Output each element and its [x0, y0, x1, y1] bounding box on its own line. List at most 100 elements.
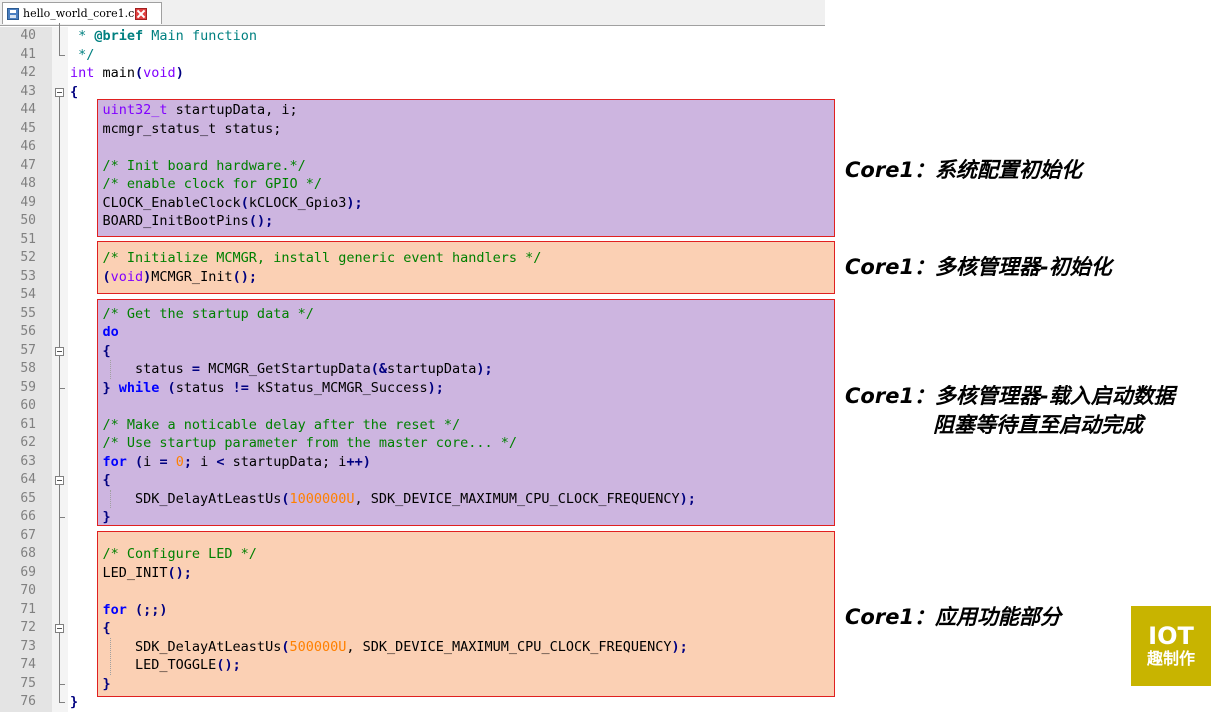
code-line[interactable]: /* Use startup parameter from the master…	[70, 434, 518, 453]
code-token: BOARD_InitBootPins	[70, 213, 249, 229]
code-token: {	[70, 620, 111, 636]
fold-toggle-icon[interactable]	[55, 87, 64, 97]
code-token: status	[70, 361, 192, 377]
code-token: 500000U	[289, 638, 347, 655]
code-token: /* Configure LED */	[70, 546, 257, 562]
line-number: 60	[20, 398, 36, 413]
code-token: , SDK_DEVICE_MAXIMUM_CPU_CLOCK_FREQUENCY	[346, 638, 672, 655]
fold-toggle-icon[interactable]	[55, 476, 64, 485]
code-line[interactable]: }	[70, 675, 111, 694]
code-token: (;;)	[126, 601, 168, 618]
code-token: kCLOCK_Gpio3	[248, 194, 347, 211]
code-line[interactable]: * @brief Main function	[70, 27, 257, 46]
code-line[interactable]: /* enable clock for GPIO */	[70, 175, 322, 194]
code-line[interactable]: }	[70, 508, 111, 527]
code-line[interactable]: LED_TOGGLE();	[70, 656, 241, 675]
code-line[interactable]: /* Init board hardware.*/	[70, 157, 306, 176]
iot-logo: IOT 趣制作	[1131, 606, 1211, 686]
code-line[interactable]: {	[70, 83, 78, 102]
code-line[interactable]: uint32_t startupData, i;	[70, 101, 298, 120]
line-number: 58	[20, 361, 36, 376]
code-token: /* Use startup parameter from the master…	[70, 435, 518, 451]
code-line[interactable]: BOARD_InitBootPins();	[70, 212, 274, 231]
code-line[interactable]: /* Configure LED */	[70, 545, 257, 564]
close-icon[interactable]	[135, 7, 148, 20]
line-number: 69	[20, 564, 36, 580]
code-line[interactable]: LED_INIT();	[70, 564, 192, 583]
code-line[interactable]: SDK_DelayAtLeastUs(1000000U, SDK_DEVICE_…	[70, 490, 696, 509]
code-token: {	[70, 83, 79, 100]
code-line[interactable]: status = MCMGR_GetStartupData(&startupDa…	[70, 360, 493, 379]
fold-guide	[59, 633, 60, 685]
code-token: {	[70, 342, 111, 359]
line-number: 72	[20, 620, 36, 635]
indent-guide	[110, 360, 111, 379]
code-token: (	[126, 453, 144, 470]
code-token: =	[191, 361, 201, 377]
tab-bar: hello_world_core1.c	[0, 0, 825, 26]
code-token: /* Init board hardware.*/	[70, 157, 306, 174]
code-token: *	[70, 28, 95, 44]
code-token: startupData	[387, 361, 477, 377]
code-line[interactable]: CLOCK_EnableClock(kCLOCK_Gpio3);	[70, 194, 363, 213]
code-line[interactable]: {	[70, 342, 111, 361]
code-token: SDK_DelayAtLeastUs	[70, 638, 282, 655]
code-token: CLOCK_EnableClock	[70, 194, 241, 211]
code-line[interactable]: mcmgr_status_t status;	[70, 120, 282, 139]
code-line[interactable]: do	[70, 323, 119, 342]
line-number: 74	[20, 657, 36, 672]
code-token: ;	[183, 453, 192, 470]
code-token: );	[346, 194, 363, 211]
code-token: }	[70, 675, 111, 692]
code-line[interactable]: /* Make a noticable delay after the rese…	[70, 416, 461, 435]
code-token: (&	[370, 361, 388, 377]
line-number: 56	[20, 324, 36, 339]
code-line[interactable]: /* Get the startup data */	[70, 305, 314, 324]
fold-guide	[59, 485, 60, 518]
line-number: 44	[20, 102, 36, 117]
code-line[interactable]: }	[70, 693, 78, 712]
file-saved-icon	[7, 7, 19, 20]
code-token: SDK_DelayAtLeastUs	[70, 490, 282, 507]
code-token: {	[70, 472, 111, 488]
fold-toggle-icon[interactable]	[55, 346, 64, 356]
code-line[interactable]: for (i = 0; i < startupData; i++)	[70, 453, 371, 472]
code-token: int	[70, 65, 95, 81]
code-token: @brief	[94, 28, 144, 44]
line-number: 68	[20, 546, 36, 561]
code-token: /* Make a noticable delay after the rese…	[70, 416, 461, 433]
line-number: 75	[20, 675, 36, 691]
line-number: 40	[20, 28, 36, 43]
line-number: 73	[20, 638, 36, 654]
code-line[interactable]: /* Initialize MCMGR, install generic eve…	[70, 249, 542, 268]
logo-text-top: IOT	[1148, 622, 1194, 650]
line-number: 67	[20, 527, 36, 543]
code-token: while	[110, 379, 160, 396]
annotation-mcmgr-init: Core1：多核管理器-初始化	[845, 255, 1112, 279]
code-token: LED_INIT	[70, 564, 168, 581]
code-token: for	[70, 601, 127, 618]
line-number: 71	[20, 601, 36, 617]
tab-hello-world-core1[interactable]: hello_world_core1.c	[2, 2, 162, 24]
code-line[interactable]: for (;;)	[70, 601, 168, 620]
code-token: ++)	[346, 453, 371, 470]
line-number: 62	[20, 435, 36, 450]
code-line[interactable]: {	[70, 619, 111, 638]
tab-label: hello_world_core1.c	[23, 7, 135, 20]
code-line[interactable]: */	[70, 46, 94, 65]
fold-toggle-icon[interactable]	[55, 624, 64, 633]
code-line[interactable]: {	[70, 471, 111, 490]
code-token: status	[175, 379, 233, 396]
code-line[interactable]: SDK_DelayAtLeastUs(500000U, SDK_DEVICE_M…	[70, 638, 688, 657]
annotation-startup-data: Core1：多核管理器-载入启动数据	[845, 384, 1175, 408]
code-line[interactable]: int main(void)	[70, 64, 184, 83]
code-token: (	[70, 268, 111, 285]
code-token: )	[175, 65, 184, 81]
code-token: !=	[232, 379, 249, 396]
code-token: =	[159, 453, 168, 470]
annotation-startup-wait: 阻塞等待直至启动完成	[933, 413, 1143, 437]
fold-end-mark	[59, 387, 65, 389]
code-token: main	[94, 65, 136, 81]
code-line[interactable]: } while (status != kStatus_MCMGR_Success…	[70, 379, 444, 398]
code-line[interactable]: (void)MCMGR_Init();	[70, 268, 257, 287]
